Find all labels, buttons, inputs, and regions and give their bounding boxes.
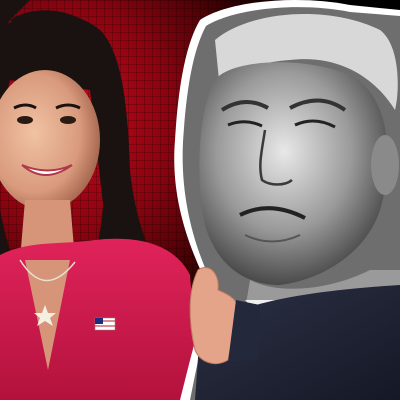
collage-canvas [0,0,400,400]
collage-illustration [0,0,400,400]
woman-face [0,70,100,210]
man-figure [174,0,400,400]
woman-figure [0,0,200,400]
